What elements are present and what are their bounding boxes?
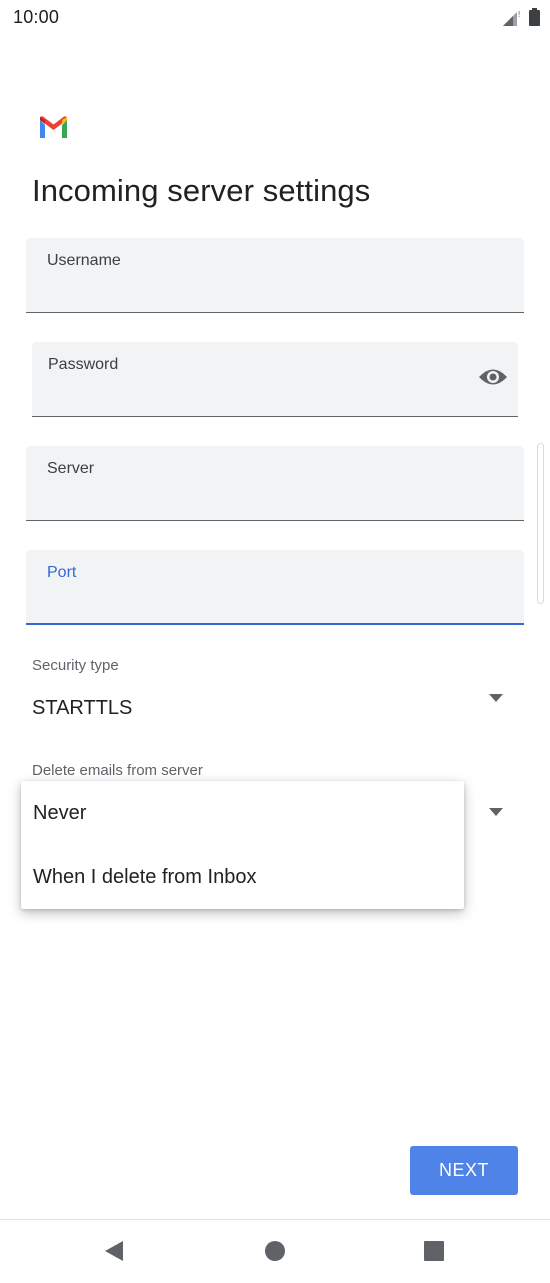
status-icons: !	[503, 8, 540, 26]
page-title: Incoming server settings	[32, 173, 371, 208]
scrollbar[interactable]	[537, 443, 544, 604]
delete-emails-label: Delete emails from server	[32, 762, 203, 779]
username-field[interactable]: Username	[26, 238, 524, 313]
password-field[interactable]: Password	[32, 342, 518, 417]
security-type-select[interactable]: STARTTLS	[26, 688, 518, 728]
eye-icon[interactable]	[478, 367, 508, 387]
server-input[interactable]	[47, 484, 450, 514]
chevron-down-icon	[489, 694, 503, 702]
port-label: Port	[47, 564, 77, 581]
username-input[interactable]	[47, 276, 450, 306]
svg-text:!: !	[518, 10, 520, 19]
port-field[interactable]: Port	[26, 550, 524, 625]
port-input[interactable]	[47, 587, 450, 617]
menu-item-never[interactable]: Never	[21, 781, 464, 845]
password-input[interactable]	[48, 380, 441, 410]
password-label: Password	[48, 356, 119, 373]
delete-emails-menu: Never When I delete from Inbox	[21, 781, 464, 909]
security-type-value: STARTTLS	[32, 697, 133, 719]
status-time: 10:00	[13, 7, 60, 27]
menu-item-when-delete-from-inbox[interactable]: When I delete from Inbox	[21, 845, 464, 909]
navigation-bar	[0, 1219, 550, 1283]
next-button[interactable]: NEXT	[410, 1146, 518, 1195]
server-label: Server	[47, 460, 95, 477]
gmail-logo-icon	[40, 116, 67, 138]
back-icon[interactable]	[101, 1238, 127, 1264]
security-type-label: Security type	[32, 657, 119, 674]
chevron-down-icon[interactable]	[489, 808, 503, 816]
status-bar: 10:00 !	[0, 0, 550, 36]
home-icon[interactable]	[262, 1238, 288, 1264]
username-label: Username	[47, 252, 121, 269]
server-field[interactable]: Server	[26, 446, 524, 521]
battery-icon	[529, 8, 540, 26]
recents-icon[interactable]	[421, 1238, 447, 1264]
signal-icon: !	[503, 10, 520, 26]
